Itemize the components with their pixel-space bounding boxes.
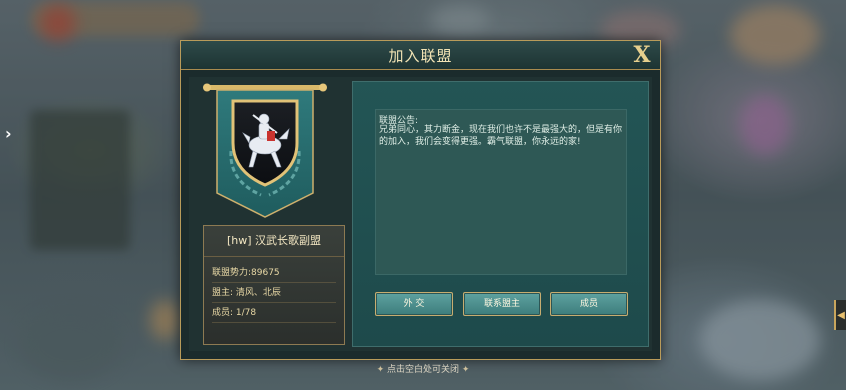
close-button[interactable]: X [630, 42, 654, 68]
guild-name: [hw] 汉武长歌副盟 [204, 226, 344, 257]
close-hint-text: 点击空白处可关闭 [386, 365, 459, 375]
members-button[interactable]: 成员 [550, 292, 628, 316]
ornament-right-icon: ✦ [461, 365, 470, 375]
guild-members: 成员: 1/78 [212, 304, 336, 323]
chevron-right-icon[interactable]: › [5, 124, 12, 143]
notice-text: 兄弟同心，其力断金，现在我们也许不是最强大的，但是有你的加入，我们会变得更强。霸… [379, 125, 623, 147]
ornament-left-icon: ✦ [376, 365, 385, 375]
guild-leader: 盟主: 清风、北辰 [212, 284, 336, 303]
diplomacy-button[interactable]: 外 交 [375, 292, 453, 316]
dialog-header: 加入联盟 X [181, 41, 660, 70]
side-tab-arrow-icon[interactable]: ◀ [834, 300, 846, 330]
guild-notice-panel: 联盟公告: 兄弟同心，其力断金，现在我们也许不是最强大的，但是有你的加入，我们会… [352, 81, 649, 347]
guild-power: 联盟势力:89675 [212, 264, 336, 283]
notice-box[interactable]: 联盟公告: 兄弟同心，其力断金，现在我们也许不是最强大的，但是有你的加入，我们会… [375, 109, 627, 275]
close-hint: ✦ 点击空白处可关闭 ✦ [0, 362, 846, 375]
join-guild-dialog: 加入联盟 X [hw] 汉武长歌副盟 联盟势力:89675 盟主: 清风、北辰 … [180, 40, 661, 360]
contact-leader-button[interactable]: 联系盟主 [463, 292, 541, 316]
guild-info-card: [hw] 汉武长歌副盟 联盟势力:89675 盟主: 清风、北辰 成员: 1/7… [203, 225, 345, 345]
guild-emblem-icon [203, 83, 327, 218]
dialog-title: 加入联盟 [388, 47, 453, 65]
guild-banner [203, 81, 327, 221]
